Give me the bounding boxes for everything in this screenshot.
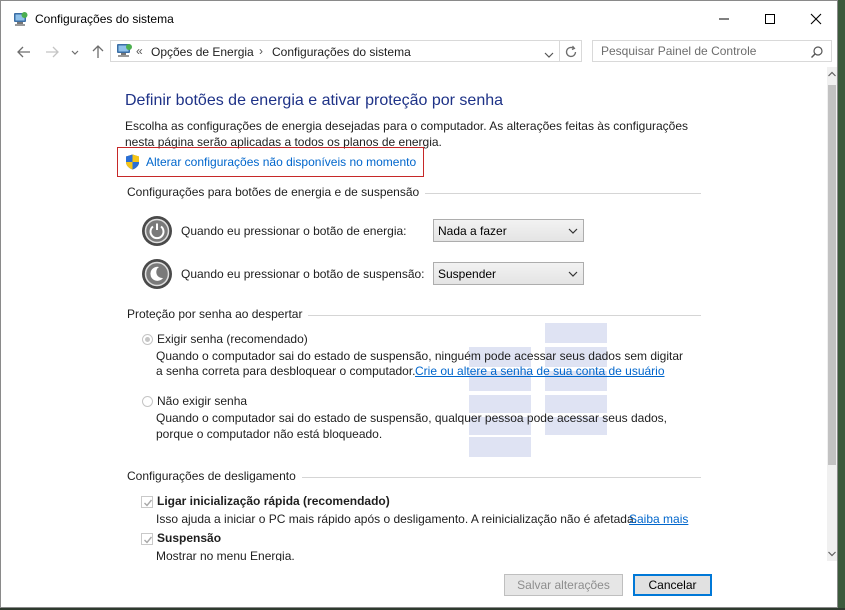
search-icon (811, 46, 823, 58)
page-description: Escolha as configurações de energia dese… (125, 119, 689, 149)
power-button-action-select[interactable]: Nada a fazer (433, 219, 584, 242)
minimize-icon (719, 18, 729, 20)
breadcrumb-system-settings[interactable]: Configurações do sistema (272, 45, 411, 59)
create-change-password-link[interactable]: Crie ou altere a senha de sua conta de u… (415, 364, 665, 378)
sleep-label: Suspensão (157, 531, 222, 545)
learn-more-link[interactable]: Saiba mais (629, 512, 688, 526)
power-button-action-value: Nada a fazer (438, 224, 507, 238)
breadcrumb-separator: › (259, 44, 263, 58)
breadcrumb-overflow[interactable]: « (136, 44, 143, 58)
no-password-desc-line2: porque o computador não está bloqueado. (156, 427, 383, 441)
search-box[interactable] (592, 40, 832, 62)
require-password-desc-line2: a senha correta para desbloquear o compu… (156, 364, 416, 378)
power-button-label: Quando eu pressionar o botão de energia: (181, 224, 407, 238)
power-options-app-icon (11, 10, 29, 28)
require-password-desc-line1: Quando o computador sai do estado de sus… (156, 349, 684, 363)
scrollbar-thumb[interactable] (828, 85, 836, 465)
uac-shield-icon (125, 154, 140, 173)
no-password-radio[interactable] (142, 396, 153, 407)
cancel-button[interactable]: Cancelar (633, 574, 712, 596)
sleep-button-action-select[interactable]: Suspender (433, 262, 584, 285)
require-password-radio[interactable] (142, 334, 153, 345)
refresh-icon (565, 45, 577, 58)
sleep-button-icon (141, 258, 173, 293)
section-title: Configurações de desligamento (127, 469, 302, 483)
refresh-button[interactable] (560, 40, 582, 62)
fast-startup-desc: Isso ajuda a iniciar o PC mais rápido ap… (156, 512, 637, 526)
no-password-label: Não exigir senha (157, 394, 248, 408)
chevron-down-icon (568, 228, 578, 234)
up-button[interactable] (89, 43, 107, 61)
maximize-icon (765, 14, 775, 24)
save-changes-button[interactable]: Salvar alterações (504, 574, 623, 596)
dialog-footer: Salvar alterações Cancelar (1, 561, 837, 607)
sleep-checkbox[interactable] (141, 533, 153, 545)
section-title: Proteção por senha ao despertar (127, 307, 309, 321)
checkmark-icon (144, 499, 153, 507)
breadcrumb-power-options[interactable]: Opções de Energia (151, 45, 254, 59)
address-dropdown-button[interactable] (544, 48, 554, 62)
section-title: Configurações para botões de energia e d… (127, 185, 426, 199)
maximize-button[interactable] (747, 1, 793, 35)
power-button-icon (141, 215, 173, 250)
content-area: Definir botões de energia e ativar prote… (1, 67, 827, 561)
back-arrow-icon (17, 46, 30, 58)
page-title: Definir botões de energia e ativar prote… (125, 92, 504, 109)
fast-startup-checkbox[interactable] (141, 496, 153, 508)
sleep-button-label: Quando eu pressionar o botão de suspensã… (181, 267, 425, 281)
control-panel-icon (115, 43, 133, 62)
back-button[interactable] (15, 43, 33, 61)
chevron-down-icon (568, 271, 578, 277)
desktop-background (838, 0, 845, 610)
shutdown-section-header: Configurações de desligamento (127, 469, 701, 485)
forward-arrow-icon (46, 46, 59, 58)
power-buttons-section-header: Configurações para botões de energia e d… (127, 185, 701, 201)
forward-button[interactable] (43, 43, 61, 61)
window-title: Configurações do sistema (35, 12, 174, 26)
fast-startup-label: Ligar inicialização rápida (recomendado) (157, 494, 390, 508)
navigation-bar: « Opções de Energia › Configurações do s… (1, 37, 837, 67)
require-password-label: Exigir senha (recomendado) (157, 332, 308, 346)
scroll-down-arrow-icon[interactable] (828, 551, 836, 557)
power-button-row: Quando eu pressionar o botão de energia:… (141, 215, 601, 247)
system-settings-window: Configurações do sistema « Opções de Ene… (0, 0, 838, 608)
chevron-down-icon (544, 52, 554, 58)
sleep-button-row: Quando eu pressionar o botão de suspensã… (141, 258, 601, 290)
search-input[interactable] (593, 41, 803, 61)
up-arrow-icon (92, 45, 104, 58)
background-decoration (469, 437, 531, 457)
change-unavailable-settings-link[interactable]: Alterar configurações não disponíveis no… (146, 155, 416, 169)
close-button[interactable] (793, 1, 839, 35)
background-decoration (545, 323, 607, 343)
title-bar: Configurações do sistema (1, 1, 837, 37)
minimize-button[interactable] (701, 1, 747, 35)
recent-locations-button[interactable] (69, 43, 81, 61)
close-icon (810, 13, 822, 25)
vertical-scrollbar[interactable] (827, 67, 837, 561)
no-password-desc-line1: Quando o computador sai do estado de sus… (156, 411, 668, 425)
address-bar[interactable]: « Opções de Energia › Configurações do s… (110, 40, 560, 62)
checkmark-icon (144, 536, 153, 544)
scroll-up-arrow-icon[interactable] (828, 71, 836, 77)
change-settings-highlight: Alterar configurações não disponíveis no… (117, 147, 424, 177)
password-section-header: Proteção por senha ao despertar (127, 307, 701, 323)
sleep-desc: Mostrar no menu Energia. (156, 549, 295, 561)
sleep-button-action-value: Suspender (438, 267, 497, 281)
chevron-down-icon (71, 50, 79, 55)
